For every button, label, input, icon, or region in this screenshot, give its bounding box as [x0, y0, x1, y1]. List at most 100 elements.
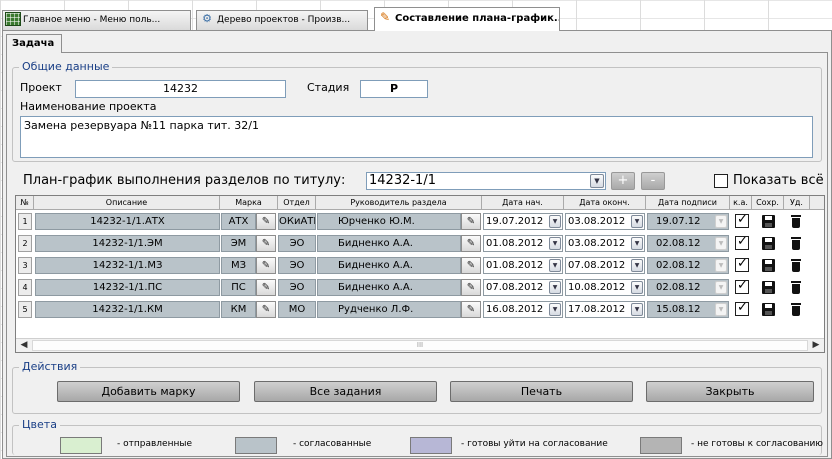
- col-mark[interactable]: Марка: [220, 196, 278, 210]
- section-head-cell[interactable]: Рудченко Л.Ф.: [317, 301, 461, 318]
- project-field[interactable]: 14232: [75, 80, 286, 98]
- mark-cell[interactable]: ЭМ: [221, 235, 256, 252]
- chevron-down-icon[interactable]: ▼: [590, 174, 604, 188]
- end-date-field[interactable]: 03.08.2012 ▼: [565, 235, 645, 252]
- description-cell[interactable]: 14232-1/1.АТХ: [35, 213, 220, 230]
- edit-mark-icon[interactable]: ✎: [256, 213, 276, 230]
- title-select[interactable]: 14232-1/1 ▼: [366, 172, 606, 190]
- sign-date-field[interactable]: 02.08.12 ▼: [647, 235, 729, 252]
- trash-icon[interactable]: [791, 303, 801, 316]
- section-head-cell[interactable]: Юрченко Ю.М.: [317, 213, 461, 230]
- remove-title-button[interactable]: -: [641, 172, 665, 190]
- start-date-field[interactable]: 16.08.2012 ▼: [483, 301, 563, 318]
- department-cell[interactable]: ОКиАТП: [278, 213, 316, 230]
- chevron-down-icon[interactable]: ▼: [631, 237, 643, 250]
- edit-head-icon[interactable]: ✎: [461, 257, 481, 274]
- description-cell[interactable]: 14232-1/1.ПС: [35, 279, 220, 296]
- edit-mark-icon[interactable]: ✎: [256, 257, 276, 274]
- description-cell[interactable]: 14232-1/1.КМ: [35, 301, 220, 318]
- department-cell[interactable]: МО: [278, 301, 316, 318]
- edit-head-icon[interactable]: ✎: [461, 213, 481, 230]
- table-row[interactable]: 114232-1/1.АТХАТХ✎ОКиАТПЮрченко Ю.М.✎19.…: [16, 211, 824, 232]
- chevron-down-icon[interactable]: ▼: [631, 303, 643, 316]
- table-row[interactable]: 5 14232-1/1.КМ КМ ✎ МО Рудченко Л.Ф. ✎ 16.08.20…: [16, 299, 824, 320]
- mark-cell[interactable]: АТХ: [221, 213, 256, 230]
- row-number[interactable]: 5: [18, 301, 32, 318]
- save-icon[interactable]: [762, 303, 775, 316]
- table-row[interactable]: 4 14232-1/1.ПС ПС ✎ ЭО Бидненко А.А. ✎ 07.08.20…: [16, 277, 824, 298]
- start-date-field[interactable]: 01.08.2012 ▼: [483, 257, 563, 274]
- add-mark-button[interactable]: Добавить марку: [57, 381, 240, 402]
- show-all-checkbox[interactable]: [714, 174, 728, 188]
- col-start-date[interactable]: Дата нач.: [482, 196, 564, 210]
- horizontal-scrollbar[interactable]: ◀ III ▶: [16, 338, 824, 352]
- add-title-button[interactable]: +: [611, 172, 635, 190]
- table-row[interactable]: 3 14232-1/1.МЗ МЗ ✎ ЭО Бидненко А.А. ✎ 01.08.20…: [16, 255, 824, 276]
- trash-icon[interactable]: [791, 259, 801, 272]
- section-head-cell[interactable]: Бидненко А.А.: [317, 279, 461, 296]
- row-number[interactable]: 1: [18, 213, 32, 230]
- mark-cell[interactable]: КМ: [221, 301, 256, 318]
- col-ka[interactable]: к.а.: [730, 196, 752, 210]
- trash-icon[interactable]: [791, 281, 801, 294]
- sign-date-field[interactable]: 02.08.12 ▼: [647, 279, 729, 296]
- ka-checkbox[interactable]: [735, 300, 749, 316]
- row-number[interactable]: 3: [18, 257, 32, 274]
- chevron-down-icon[interactable]: ▼: [631, 281, 643, 294]
- start-date-field[interactable]: 07.08.2012 ▼: [483, 279, 563, 296]
- sign-date-field[interactable]: 15.08.12 ▼: [647, 301, 729, 318]
- department-cell[interactable]: ЭО: [278, 279, 316, 296]
- mark-cell[interactable]: МЗ: [221, 257, 256, 274]
- department-cell[interactable]: ЭО: [278, 235, 316, 252]
- department-cell[interactable]: ЭО: [278, 257, 316, 274]
- chevron-down-icon[interactable]: ▼: [549, 281, 561, 294]
- col-delete[interactable]: Уд.: [784, 196, 810, 210]
- save-icon[interactable]: [762, 215, 775, 228]
- section-head-cell[interactable]: Бидненко А.А.: [317, 257, 461, 274]
- col-save[interactable]: Сохр.: [752, 196, 784, 210]
- description-cell[interactable]: 14232-1/1.ЭМ: [35, 235, 220, 252]
- save-icon[interactable]: [762, 237, 775, 250]
- end-date-field[interactable]: 03.08.2012 ▼: [565, 213, 645, 230]
- window-tab-project-tree[interactable]: ⚙ Дерево проектов - Произв...: [196, 10, 368, 30]
- end-date-field[interactable]: 10.08.2012 ▼: [565, 279, 645, 296]
- all-tasks-button[interactable]: Все задания: [254, 381, 437, 402]
- col-section-head[interactable]: Руководитель раздела: [316, 196, 482, 210]
- edit-mark-icon[interactable]: ✎: [256, 235, 276, 252]
- col-number[interactable]: №: [16, 196, 34, 210]
- chevron-down-icon[interactable]: ▼: [549, 237, 561, 250]
- trash-icon[interactable]: [791, 215, 801, 228]
- description-cell[interactable]: 14232-1/1.МЗ: [35, 257, 220, 274]
- start-date-field[interactable]: 01.08.2012 ▼: [483, 235, 563, 252]
- ka-checkbox[interactable]: [735, 212, 749, 228]
- end-date-field[interactable]: 07.08.2012 ▼: [565, 257, 645, 274]
- window-tab-schedule[interactable]: ✎ Составление плана-график...: [374, 7, 560, 31]
- col-end-date[interactable]: Дата оконч.: [564, 196, 646, 210]
- edit-head-icon[interactable]: ✎: [461, 235, 481, 252]
- section-head-cell[interactable]: Бидненко А.А.: [317, 235, 461, 252]
- window-tab-main-menu[interactable]: Главное меню - Меню поль...: [2, 10, 191, 30]
- print-button[interactable]: Печать: [450, 381, 633, 402]
- project-name-field[interactable]: Замена резервуара №11 парка тит. 32/1: [20, 116, 813, 158]
- row-number[interactable]: 2: [18, 235, 32, 252]
- ka-checkbox[interactable]: [735, 256, 749, 272]
- close-button[interactable]: Закрыть: [646, 381, 814, 402]
- chevron-down-icon[interactable]: ▼: [631, 215, 643, 228]
- stage-field[interactable]: Р: [360, 80, 428, 98]
- mark-cell[interactable]: ПС: [221, 279, 256, 296]
- scroll-right-icon[interactable]: ▶: [809, 339, 823, 352]
- row-number[interactable]: 4: [18, 279, 32, 296]
- chevron-down-icon[interactable]: ▼: [549, 259, 561, 272]
- table-row[interactable]: 2 14232-1/1.ЭМ ЭМ ✎ ЭО Бидненко А.А. ✎ 01.08.20…: [16, 233, 824, 254]
- ka-checkbox[interactable]: [735, 278, 749, 294]
- chevron-down-icon[interactable]: ▼: [549, 215, 561, 228]
- tab-task[interactable]: Задача: [6, 34, 62, 53]
- edit-mark-icon[interactable]: ✎: [256, 301, 276, 318]
- trash-icon[interactable]: [791, 237, 801, 250]
- chevron-down-icon[interactable]: ▼: [631, 259, 643, 272]
- col-department[interactable]: Отдел: [278, 196, 316, 210]
- ka-checkbox[interactable]: [735, 234, 749, 250]
- sign-date-field[interactable]: 02.08.12 ▼: [647, 257, 729, 274]
- col-description[interactable]: Описание: [34, 196, 220, 210]
- col-sign-date[interactable]: Дата подписи: [646, 196, 730, 210]
